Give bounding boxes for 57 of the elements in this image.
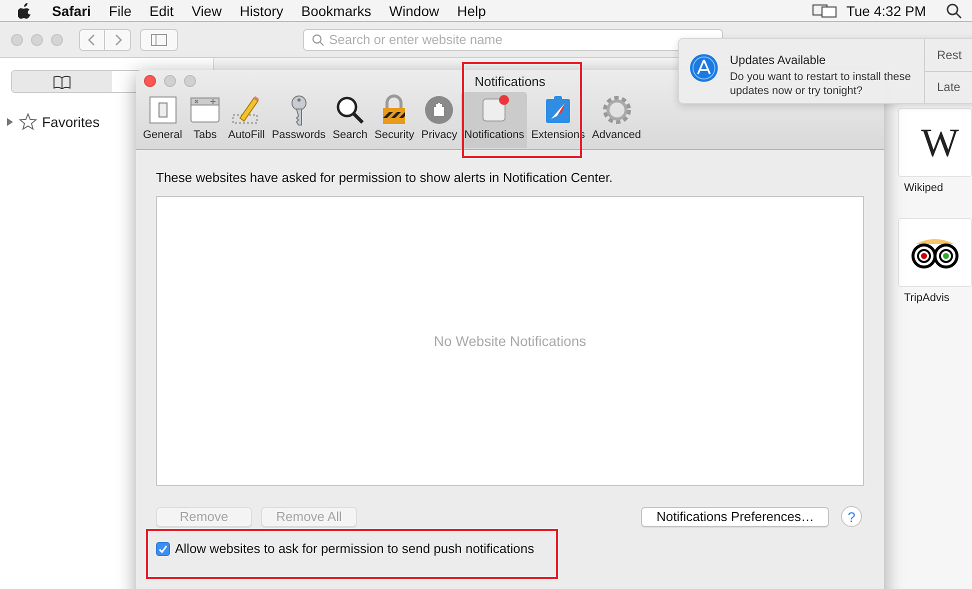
preferences-tab[interactable]: Tabs	[186, 92, 224, 148]
menu-item[interactable]: Help	[457, 2, 486, 18]
preferences-tab[interactable]: AutoFill	[225, 92, 268, 148]
search-icon	[312, 34, 324, 46]
preferences-tab[interactable]: General	[140, 92, 186, 148]
menu-item[interactable]: View	[192, 2, 222, 18]
displays-icon[interactable]	[812, 2, 838, 18]
menu-clock[interactable]: Tue 4:32 PM	[846, 2, 926, 18]
help-button[interactable]: ?	[841, 506, 862, 527]
checkbox[interactable]	[156, 542, 170, 556]
chevron-left-icon	[88, 34, 96, 46]
w-logo: W	[921, 119, 959, 166]
preferences-tab[interactable]: Security	[371, 92, 418, 148]
sidebar-icon	[151, 34, 167, 46]
notification-message: Do you want to restart to install these updates now or try tonight?	[730, 70, 912, 98]
preferences-tab[interactable]: Notifications	[461, 92, 528, 148]
forward-button[interactable]	[105, 28, 131, 50]
checkmark-icon	[158, 544, 168, 554]
address-field[interactable]: Search or enter website name	[303, 28, 723, 50]
checkbox-label[interactable]: Allow websites to ask for permission to send push notifications	[175, 541, 534, 556]
notifications-preferences-button[interactable]: Notifications Preferences…	[641, 506, 829, 526]
apple-icon[interactable]	[18, 2, 32, 18]
gear-icon	[600, 94, 632, 126]
notification-title: Updates Available	[730, 53, 827, 67]
favorite-label[interactable]: Wikiped	[898, 182, 972, 194]
preferences-tab[interactable]: Advanced	[589, 92, 644, 148]
favorite-tile[interactable]: W	[898, 108, 972, 177]
preferences-tab[interactable]: Search	[330, 92, 370, 148]
sidebar-label[interactable]: Favorites	[42, 114, 100, 130]
menu-item[interactable]: Bookmarks	[301, 2, 372, 18]
window-title: Notifications	[474, 74, 546, 88]
switch-icon	[146, 94, 179, 126]
search-icon	[334, 94, 366, 126]
favorite-label[interactable]: TripAdvis	[898, 292, 972, 304]
menu-item[interactable]: File	[108, 2, 132, 18]
notification-action[interactable]: Late	[925, 70, 972, 103]
app-store-icon	[689, 53, 719, 83]
disclosure-right-icon[interactable]	[6, 118, 14, 126]
star-icon	[19, 113, 37, 130]
bookmarks-tab[interactable]	[12, 71, 112, 92]
search-icon[interactable]	[946, 2, 962, 18]
favorite-tile[interactable]	[898, 218, 972, 287]
book-icon	[53, 74, 71, 88]
chevron-right-icon	[114, 34, 122, 46]
menu-item[interactable]: Edit	[149, 2, 174, 18]
sidebar-button[interactable]	[140, 28, 178, 50]
empty-list-message: No Website Notifications	[434, 333, 586, 349]
menu-item[interactable]: History	[240, 2, 284, 18]
preferences-tab[interactable]: Passwords	[268, 92, 329, 148]
menu-app-name[interactable]: Safari	[52, 2, 91, 18]
description-text: These websites have asked for permission to show alerts in Notification Center.	[156, 170, 614, 185]
hand-icon	[423, 94, 456, 126]
preferences-tab[interactable]: Privacy	[418, 92, 460, 148]
back-button[interactable]	[79, 28, 105, 50]
notification-action[interactable]: Rest	[925, 39, 972, 70]
menu-item[interactable]: Window	[389, 2, 440, 18]
close-button[interactable]	[144, 75, 156, 87]
